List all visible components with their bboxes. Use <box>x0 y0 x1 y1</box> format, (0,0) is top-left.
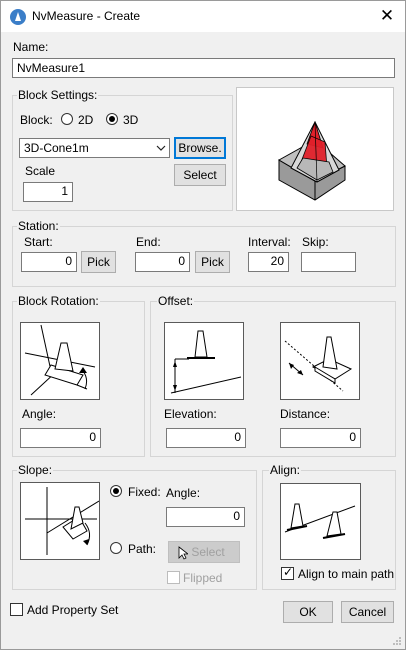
elevation-label: Elevation: <box>164 407 217 421</box>
end-field[interactable]: 0 <box>135 252 190 272</box>
block-preview <box>236 87 394 211</box>
skip-field[interactable] <box>301 252 356 272</box>
slope-select-button[interactable]: Select <box>168 541 240 563</box>
start-field[interactable]: 0 <box>21 252 77 272</box>
app-icon <box>10 9 26 25</box>
radio-2d[interactable] <box>61 113 73 125</box>
slope-select-label: Select <box>191 545 225 559</box>
add-property-set-checkbox[interactable] <box>10 603 23 616</box>
start-pick-button[interactable]: Pick <box>81 251 116 273</box>
offset-label: Offset: <box>157 294 195 308</box>
chevron-down-icon <box>156 145 166 151</box>
slope-diagram <box>20 482 100 560</box>
block-select-value: 3D-Cone1m <box>24 141 89 155</box>
slope-fixed-label[interactable]: Fixed: <box>128 485 161 499</box>
ok-button[interactable]: OK <box>283 601 333 623</box>
size-grip-icon[interactable] <box>392 636 402 646</box>
slope-angle-label: Angle: <box>166 486 201 500</box>
browse-button[interactable]: Browse. <box>174 137 226 159</box>
elevation-field[interactable]: 0 <box>166 428 246 448</box>
add-property-set-label[interactable]: Add Property Set <box>27 603 118 617</box>
rotation-diagram-icon <box>24 324 96 396</box>
cursor-icon <box>178 546 188 560</box>
slope-diagram-icon <box>25 487 100 555</box>
slope-label: Slope: <box>17 463 54 477</box>
radio-2d-label[interactable]: 2D <box>78 113 93 127</box>
slope-path-label[interactable]: Path: <box>128 542 156 556</box>
skip-label: Skip: <box>302 235 329 249</box>
rotation-angle-label: Angle: <box>22 407 57 421</box>
distance-label: Distance: <box>280 407 331 421</box>
close-icon[interactable]: ✕ <box>375 5 399 27</box>
slope-fixed-radio[interactable] <box>110 485 122 497</box>
distance-field[interactable]: 0 <box>280 428 361 448</box>
flipped-checkbox[interactable] <box>167 571 180 584</box>
scale-field[interactable]: 1 <box>23 182 73 202</box>
block-settings-label: Block Settings: <box>17 88 99 102</box>
align-diagram-icon <box>284 503 356 539</box>
align-label: Align: <box>269 463 302 477</box>
flipped-label: Flipped <box>183 571 223 585</box>
radio-3d-label[interactable]: 3D <box>123 113 138 127</box>
select-block-button[interactable]: Select <box>174 164 226 186</box>
rotation-diagram <box>20 322 100 400</box>
station-label: Station: <box>17 219 60 233</box>
end-pick-button[interactable]: Pick <box>195 251 230 273</box>
name-field[interactable]: NvMeasure1 <box>12 58 395 78</box>
elevation-diagram <box>164 322 244 400</box>
slope-angle-field[interactable]: 0 <box>166 507 245 527</box>
start-label: Start: <box>24 235 53 249</box>
end-label: End: <box>136 235 161 249</box>
distance-diagram-icon <box>284 336 353 392</box>
block-label: Block: <box>20 113 53 127</box>
interval-field[interactable]: 20 <box>248 252 289 272</box>
distance-diagram <box>280 322 360 400</box>
block-select[interactable]: 3D-Cone1m <box>19 138 170 158</box>
block-rotation-label: Block Rotation: <box>17 294 100 308</box>
slope-path-radio[interactable] <box>110 542 122 554</box>
align-main-path-checkbox[interactable] <box>281 565 294 580</box>
radio-3d[interactable] <box>106 113 118 125</box>
align-diagram <box>280 483 361 560</box>
scale-label: Scale <box>25 164 56 178</box>
window-title: NvMeasure - Create <box>32 9 141 23</box>
title-bar: NvMeasure - Create ✕ <box>1 1 405 32</box>
name-label: Name: <box>13 40 49 54</box>
rotation-angle-field[interactable]: 0 <box>20 428 101 448</box>
interval-label: Interval: <box>248 235 291 249</box>
cancel-button[interactable]: Cancel <box>341 601 394 623</box>
cone-3d-preview <box>277 120 346 201</box>
elevation-diagram-icon <box>170 330 242 394</box>
align-main-path-label[interactable]: Align to main path <box>298 567 394 581</box>
